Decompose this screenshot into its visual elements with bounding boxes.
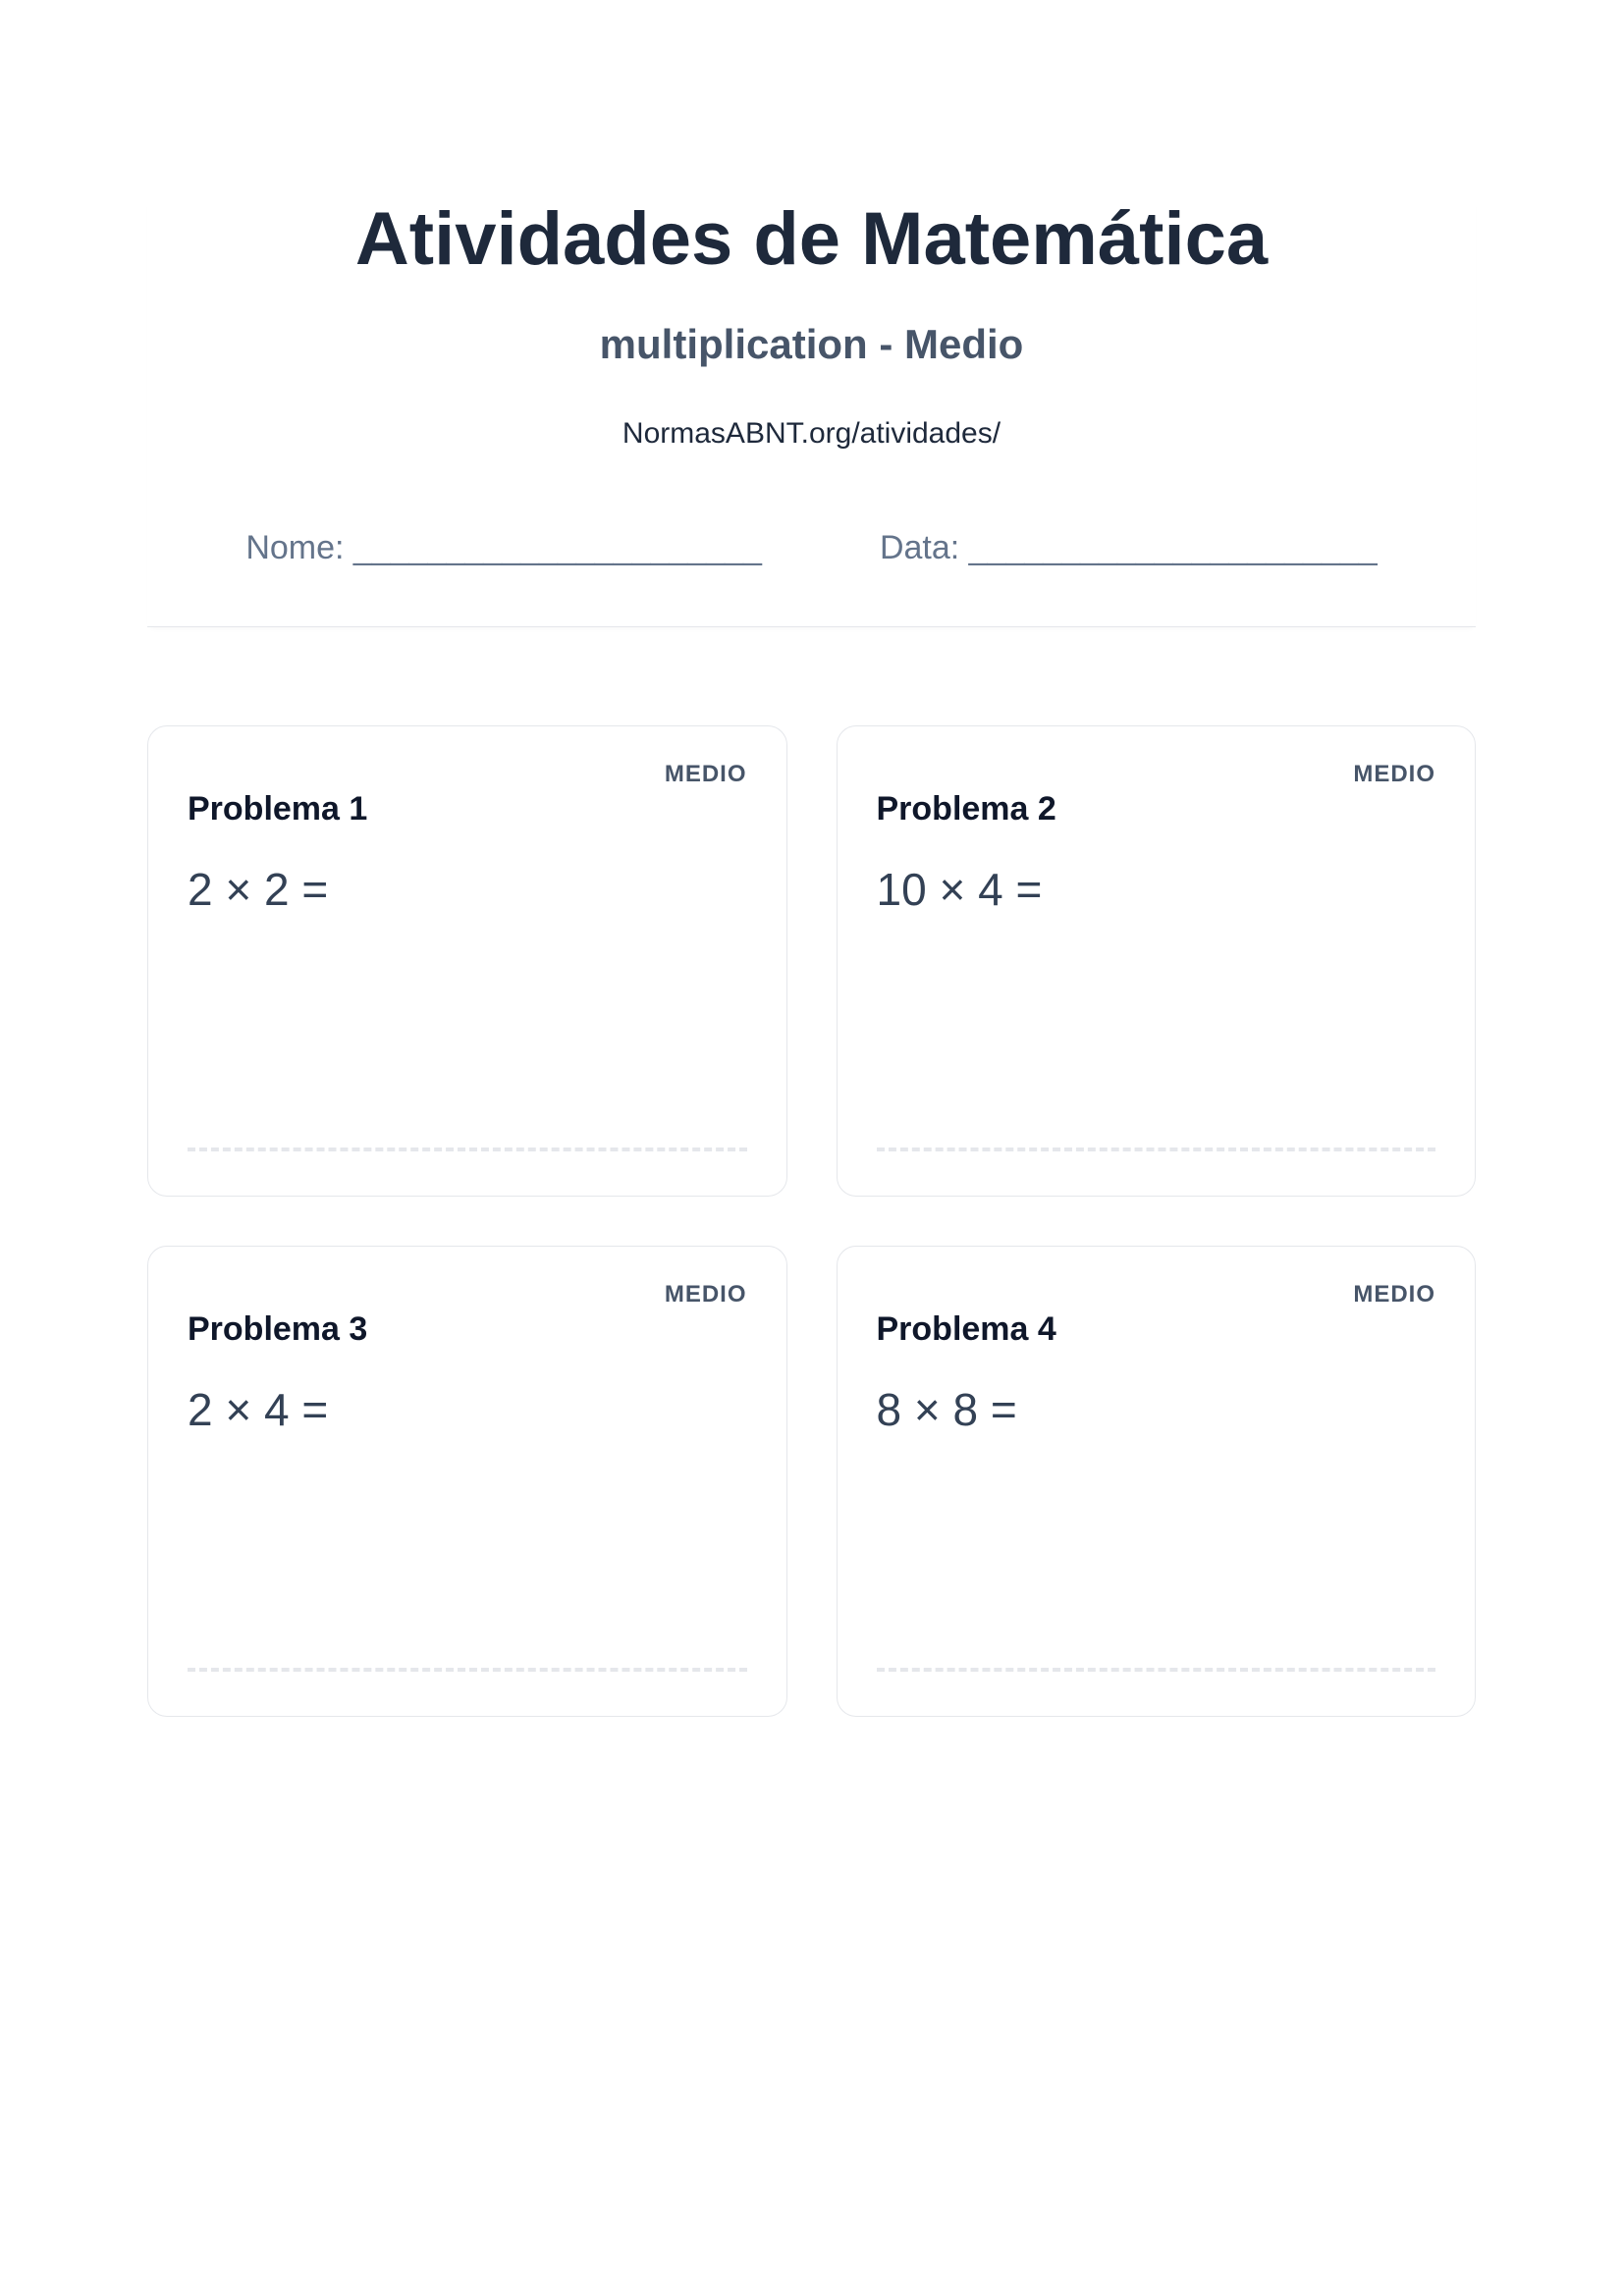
answer-line — [877, 1668, 1436, 1672]
problem-title: Problema 3 — [188, 1310, 747, 1349]
source-url: NormasABNT.org/atividades/ — [147, 417, 1476, 451]
page-title: Atividades de Matemática — [147, 196, 1476, 282]
answer-line — [188, 1668, 747, 1672]
answer-line — [877, 1148, 1436, 1151]
answer-line — [188, 1148, 747, 1151]
problem-card: MEDIO Problema 2 10 × 4 = — [837, 725, 1477, 1197]
problem-card: MEDIO Problema 4 8 × 8 = — [837, 1246, 1477, 1717]
worksheet-header: Atividades de Matemática multiplication … — [147, 196, 1476, 627]
difficulty-badge: MEDIO — [1353, 761, 1435, 788]
problem-card: MEDIO Problema 3 2 × 4 = — [147, 1246, 787, 1717]
problem-title: Problema 1 — [188, 790, 747, 828]
problems-grid: MEDIO Problema 1 2 × 2 = MEDIO Problema … — [147, 725, 1476, 1717]
problem-expression: 2 × 4 = — [188, 1383, 747, 1436]
date-field-label: Data: ______________________ — [880, 529, 1378, 567]
name-field-label: Nome: ______________________ — [245, 529, 762, 567]
problem-card: MEDIO Problema 1 2 × 2 = — [147, 725, 787, 1197]
problem-expression: 8 × 8 = — [877, 1383, 1436, 1436]
problem-expression: 10 × 4 = — [877, 863, 1436, 916]
difficulty-badge: MEDIO — [665, 761, 747, 788]
difficulty-badge: MEDIO — [665, 1281, 747, 1308]
page-subtitle: multiplication - Medio — [147, 321, 1476, 368]
problem-title: Problema 2 — [877, 790, 1436, 828]
problem-title: Problema 4 — [877, 1310, 1436, 1349]
difficulty-badge: MEDIO — [1353, 1281, 1435, 1308]
problem-expression: 2 × 2 = — [188, 863, 747, 916]
student-info-row: Nome: ______________________ Data: _____… — [147, 529, 1476, 567]
